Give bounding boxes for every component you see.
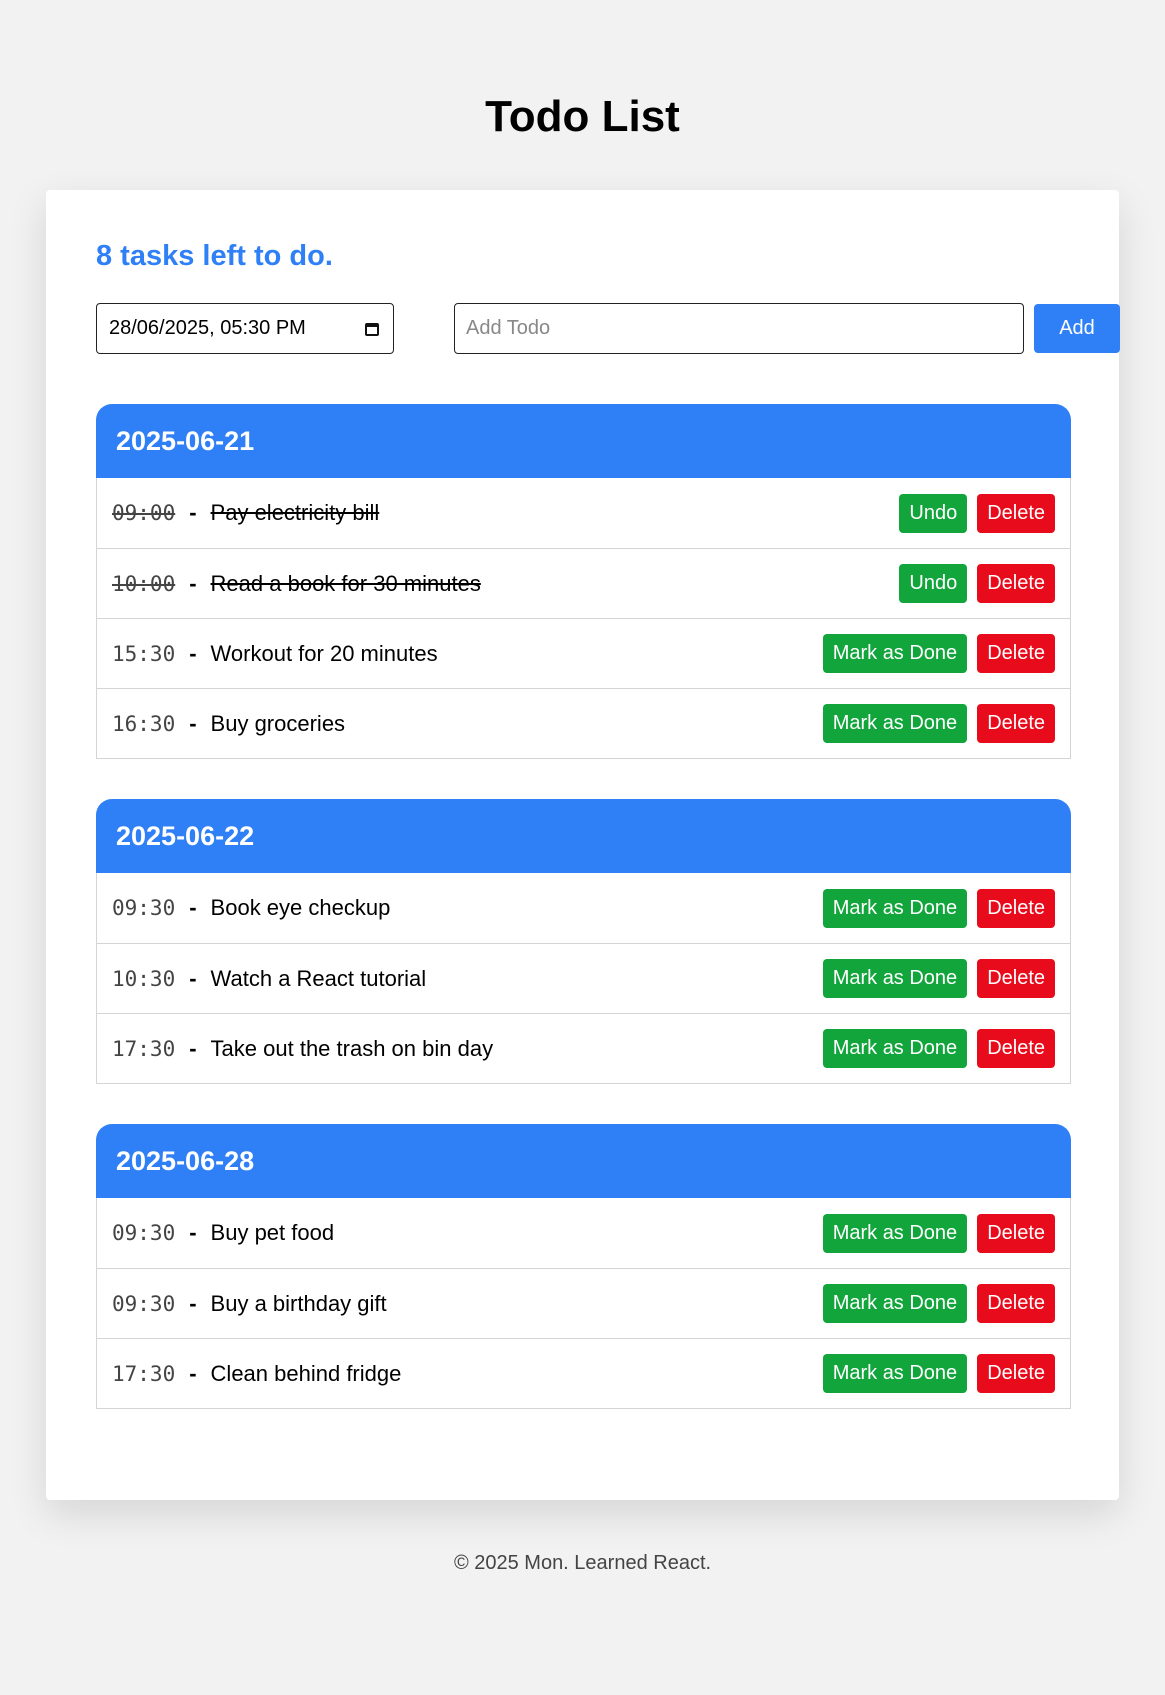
mark-done-button[interactable]: Mark as Done [822,1213,968,1253]
footer-text: © 2025 Mon. Learned React. [453,1552,712,1574]
task-separator: - [189,1360,197,1386]
mark-done-button[interactable]: Mark as Done [822,1354,968,1393]
delete-button[interactable]: Delete [977,1284,1055,1323]
task-separator: - [189,500,197,525]
date-group-header: 2025-06-21 [96,404,1071,478]
task-separator: - [189,710,197,736]
task-time: 09:30 [112,896,176,920]
task-time: 10:00 [112,571,176,596]
task-text: Pay electricity bill [210,500,380,525]
delete-button[interactable]: Delete [977,704,1055,743]
task-time: 09:30 [112,1221,176,1245]
task-time: 17:30 [112,1036,176,1061]
task-row: 15:30- Workout for 20 minutes Mark as Done… [97,618,1070,688]
task-text: Buy a birthday gift [210,1290,387,1316]
delete-button[interactable]: Delete [977,634,1055,673]
add-todo-form: 28/06/2025, 05:30 PM Add [96,303,1120,354]
datetime-value: 28/06/2025, 05:30 PM [109,317,306,339]
delete-button[interactable]: Delete [977,1029,1055,1068]
task-separator: - [189,965,197,991]
task-time: 09:00 [112,501,176,525]
task-text: Book eye checkup [210,895,391,920]
undo-button[interactable]: Undo [899,493,968,533]
mark-done-button[interactable]: Mark as Done [822,1284,968,1323]
delete-button[interactable]: Delete [977,1354,1055,1393]
todo-input[interactable] [454,303,1024,354]
task-list: 09:30- Buy pet food Mark as Done Delete 09:3… [96,1198,1071,1409]
task-row: 09:30- Buy pet food Mark as Done Delete [97,1198,1070,1268]
task-text: Workout for 20 minutes [210,640,438,666]
date-group-header: 2025-06-22 [96,799,1071,873]
undo-button[interactable]: Undo [899,564,968,603]
delete-button[interactable]: Delete [977,493,1055,533]
task-row: 17:30- Take out the trash on bin day Mark … [97,1013,1070,1083]
delete-button[interactable]: Delete [977,959,1055,998]
task-separator: - [189,1290,197,1316]
task-list: 09:30- Book eye checkup Mark as Done Delete… [96,873,1071,1084]
task-text: Read a book for 30 minutes [210,570,481,596]
task-row: 10:30- Watch a React tutorial Mark as Done… [97,943,1070,1013]
datetime-input[interactable]: 28/06/2025, 05:30 PM [96,303,394,354]
date-group: 2025-06-21 09:00- Pay electricity bill Undo… [96,404,1071,759]
todo-groups: 2025-06-21 09:00- Pay electricity bill Undo… [96,404,1071,1449]
task-separator: - [189,640,197,666]
task-time: 16:30 [112,711,176,736]
task-row: 16:30- Buy groceries Mark as Done Delete [97,688,1070,758]
task-time: 10:30 [112,966,176,991]
date-group-header: 2025-06-28 [96,1124,1071,1198]
task-row: 09:00- Pay electricity bill Undo Delete [97,478,1070,548]
mark-done-button[interactable]: Mark as Done [822,634,968,673]
task-text: Buy pet food [210,1220,335,1245]
task-separator: - [189,1220,197,1245]
task-text: Buy groceries [210,710,346,736]
task-row: 09:30- Buy a birthday gift Mark as Done Del… [97,1268,1070,1338]
task-time: 09:30 [112,1291,176,1316]
task-text: Clean behind fridge [210,1360,402,1386]
page-title: Todo List [485,92,680,141]
add-button[interactable]: Add [1034,304,1120,353]
todo-card: 8 tasks left to do. 28/06/2025, 05:30 PM… [46,190,1120,1500]
task-row: 17:30- Clean behind fridge Mark as Done Del… [97,1338,1070,1408]
task-separator: - [189,895,197,920]
mark-done-button[interactable]: Mark as Done [822,1029,968,1068]
task-text: Watch a React tutorial [210,965,427,991]
task-separator: - [189,1035,197,1061]
task-time: 17:30 [112,1361,176,1386]
task-text: Take out the trash on bin day [210,1035,494,1061]
delete-button[interactable]: Delete [977,888,1055,928]
task-row: 10:00- Read a book for 30 minutes Undo Dele… [97,548,1070,618]
mark-done-button[interactable]: Mark as Done [822,704,968,743]
task-separator: - [189,570,197,596]
task-time: 15:30 [112,641,176,666]
tasks-left-counter: 8 tasks left to do. [96,240,333,272]
mark-done-button[interactable]: Mark as Done [822,959,968,998]
calendar-icon[interactable] [365,321,381,337]
task-list: 09:00- Pay electricity bill Undo Delete 10:0… [96,478,1071,759]
mark-done-button[interactable]: Mark as Done [822,888,968,928]
date-group: 2025-06-22 09:30- Book eye checkup Mark as … [96,799,1071,1084]
delete-button[interactable]: Delete [977,1213,1055,1253]
date-group: 2025-06-28 09:30- Buy pet food Mark as Done… [96,1124,1071,1409]
task-row: 09:30- Book eye checkup Mark as Done Delete [97,873,1070,943]
delete-button[interactable]: Delete [977,564,1055,603]
